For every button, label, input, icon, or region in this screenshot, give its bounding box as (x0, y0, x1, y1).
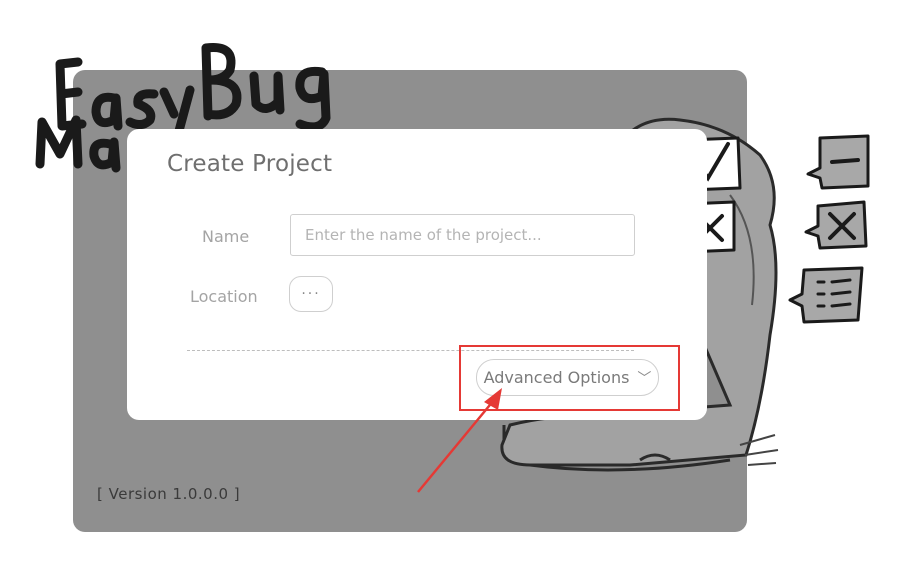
name-label: Name (202, 227, 250, 246)
version-label: [ Version 1.0.0.0 ] (97, 485, 241, 503)
dialog-title: Create Project (167, 151, 333, 177)
location-label: Location (190, 287, 258, 306)
project-name-input[interactable] (290, 214, 635, 256)
browse-location-button[interactable]: ··· (289, 276, 333, 312)
annotation-arrow (417, 388, 502, 493)
